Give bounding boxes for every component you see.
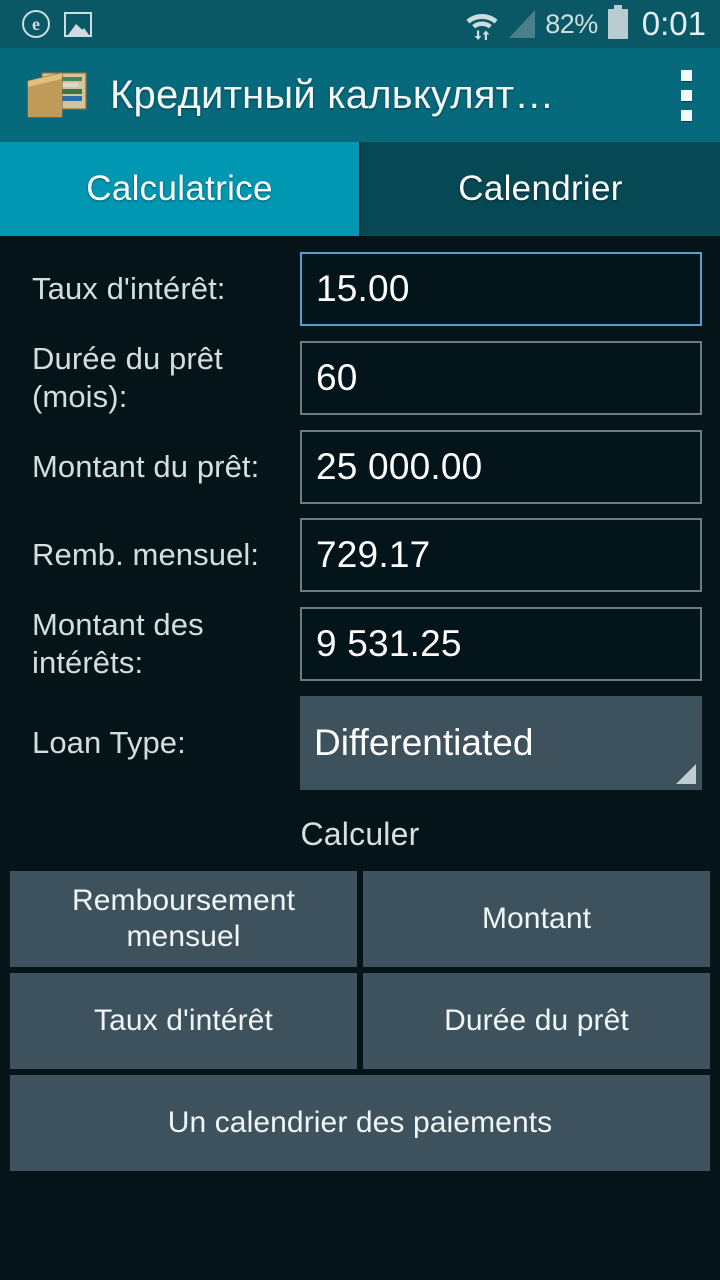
- button-row: Un calendrier des paiements: [10, 1075, 710, 1171]
- label-interest-rate: Taux d'intérêt:: [32, 271, 226, 306]
- input-interest-amount[interactable]: 9 531.25: [300, 607, 702, 681]
- battery-icon: [607, 5, 628, 39]
- status-bar-left-icons: e: [22, 10, 92, 38]
- form-row-loan-term: Durée du prêt (mois): 60: [18, 340, 702, 416]
- status-bar: e 82% 0:01: [0, 0, 720, 48]
- status-bar-right-icons: 82% 0:01: [465, 5, 706, 43]
- button-payment-schedule[interactable]: Un calendrier des paiements: [10, 1075, 710, 1171]
- app-screen: e 82% 0:01 Кредитный калькулят… Calculat…: [0, 0, 720, 1280]
- form-row-interest-rate: Taux d'intérêt: 15.00: [18, 252, 702, 326]
- input-monthly-payment[interactable]: 729.17: [300, 518, 702, 592]
- label-interest-amount: Montant des intérêts:: [32, 607, 204, 680]
- page-title: Кредитный калькулят…: [110, 72, 555, 117]
- image-icon: [64, 11, 92, 37]
- battery-percent-label: 82%: [545, 8, 598, 39]
- tab-underline: [0, 236, 720, 240]
- button-row: Taux d'intérêt Durée du prêt: [10, 973, 710, 1069]
- input-interest-rate[interactable]: 15.00: [300, 252, 702, 326]
- calculate-button-grid: Remboursement mensuel Montant Taux d'int…: [0, 871, 720, 1171]
- form-row-loan-amount: Montant du prêt: 25 000.00: [18, 430, 702, 504]
- overflow-dot: [681, 109, 692, 121]
- overflow-dot: [681, 69, 692, 81]
- label-monthly-payment: Remb. mensuel:: [32, 537, 260, 572]
- label-loan-type: Loan Type:: [32, 725, 186, 760]
- input-loan-amount[interactable]: 25 000.00: [300, 430, 702, 504]
- overflow-dot: [681, 89, 692, 101]
- calculator-form: Taux d'intérêt: 15.00 Durée du prêt (moi…: [0, 252, 720, 790]
- tab-calculatrice[interactable]: Calculatrice: [0, 142, 359, 236]
- calculate-heading: Calculer: [300, 816, 420, 852]
- tab-calendrier[interactable]: Calendrier: [359, 142, 720, 236]
- action-bar: Кредитный калькулят…: [0, 48, 720, 142]
- wallet-icon: [27, 72, 87, 118]
- overflow-menu-icon[interactable]: [681, 69, 698, 121]
- clock-label: 0:01: [641, 5, 706, 42]
- form-row-loan-type: Loan Type: Differentiated: [18, 696, 702, 790]
- label-loan-term: Durée du prêt (mois):: [32, 341, 223, 414]
- form-row-monthly-payment: Remb. mensuel: 729.17: [18, 518, 702, 592]
- cellular-signal-icon: [509, 10, 536, 38]
- label-loan-amount: Montant du prêt:: [32, 449, 260, 484]
- button-loan-term[interactable]: Durée du prêt: [363, 973, 710, 1069]
- button-interest-rate[interactable]: Taux d'intérêt: [10, 973, 357, 1069]
- button-row: Remboursement mensuel Montant: [10, 871, 710, 967]
- e-badge-icon: e: [22, 10, 50, 38]
- input-loan-term[interactable]: 60: [300, 341, 702, 415]
- button-amount[interactable]: Montant: [363, 871, 710, 967]
- tab-bar: Calculatrice Calendrier: [0, 142, 720, 236]
- button-monthly-payment[interactable]: Remboursement mensuel: [10, 871, 357, 967]
- spinner-loan-type[interactable]: Differentiated: [300, 696, 702, 790]
- wifi-icon: [466, 14, 498, 40]
- form-row-interest-amount: Montant des intérêts: 9 531.25: [18, 606, 702, 682]
